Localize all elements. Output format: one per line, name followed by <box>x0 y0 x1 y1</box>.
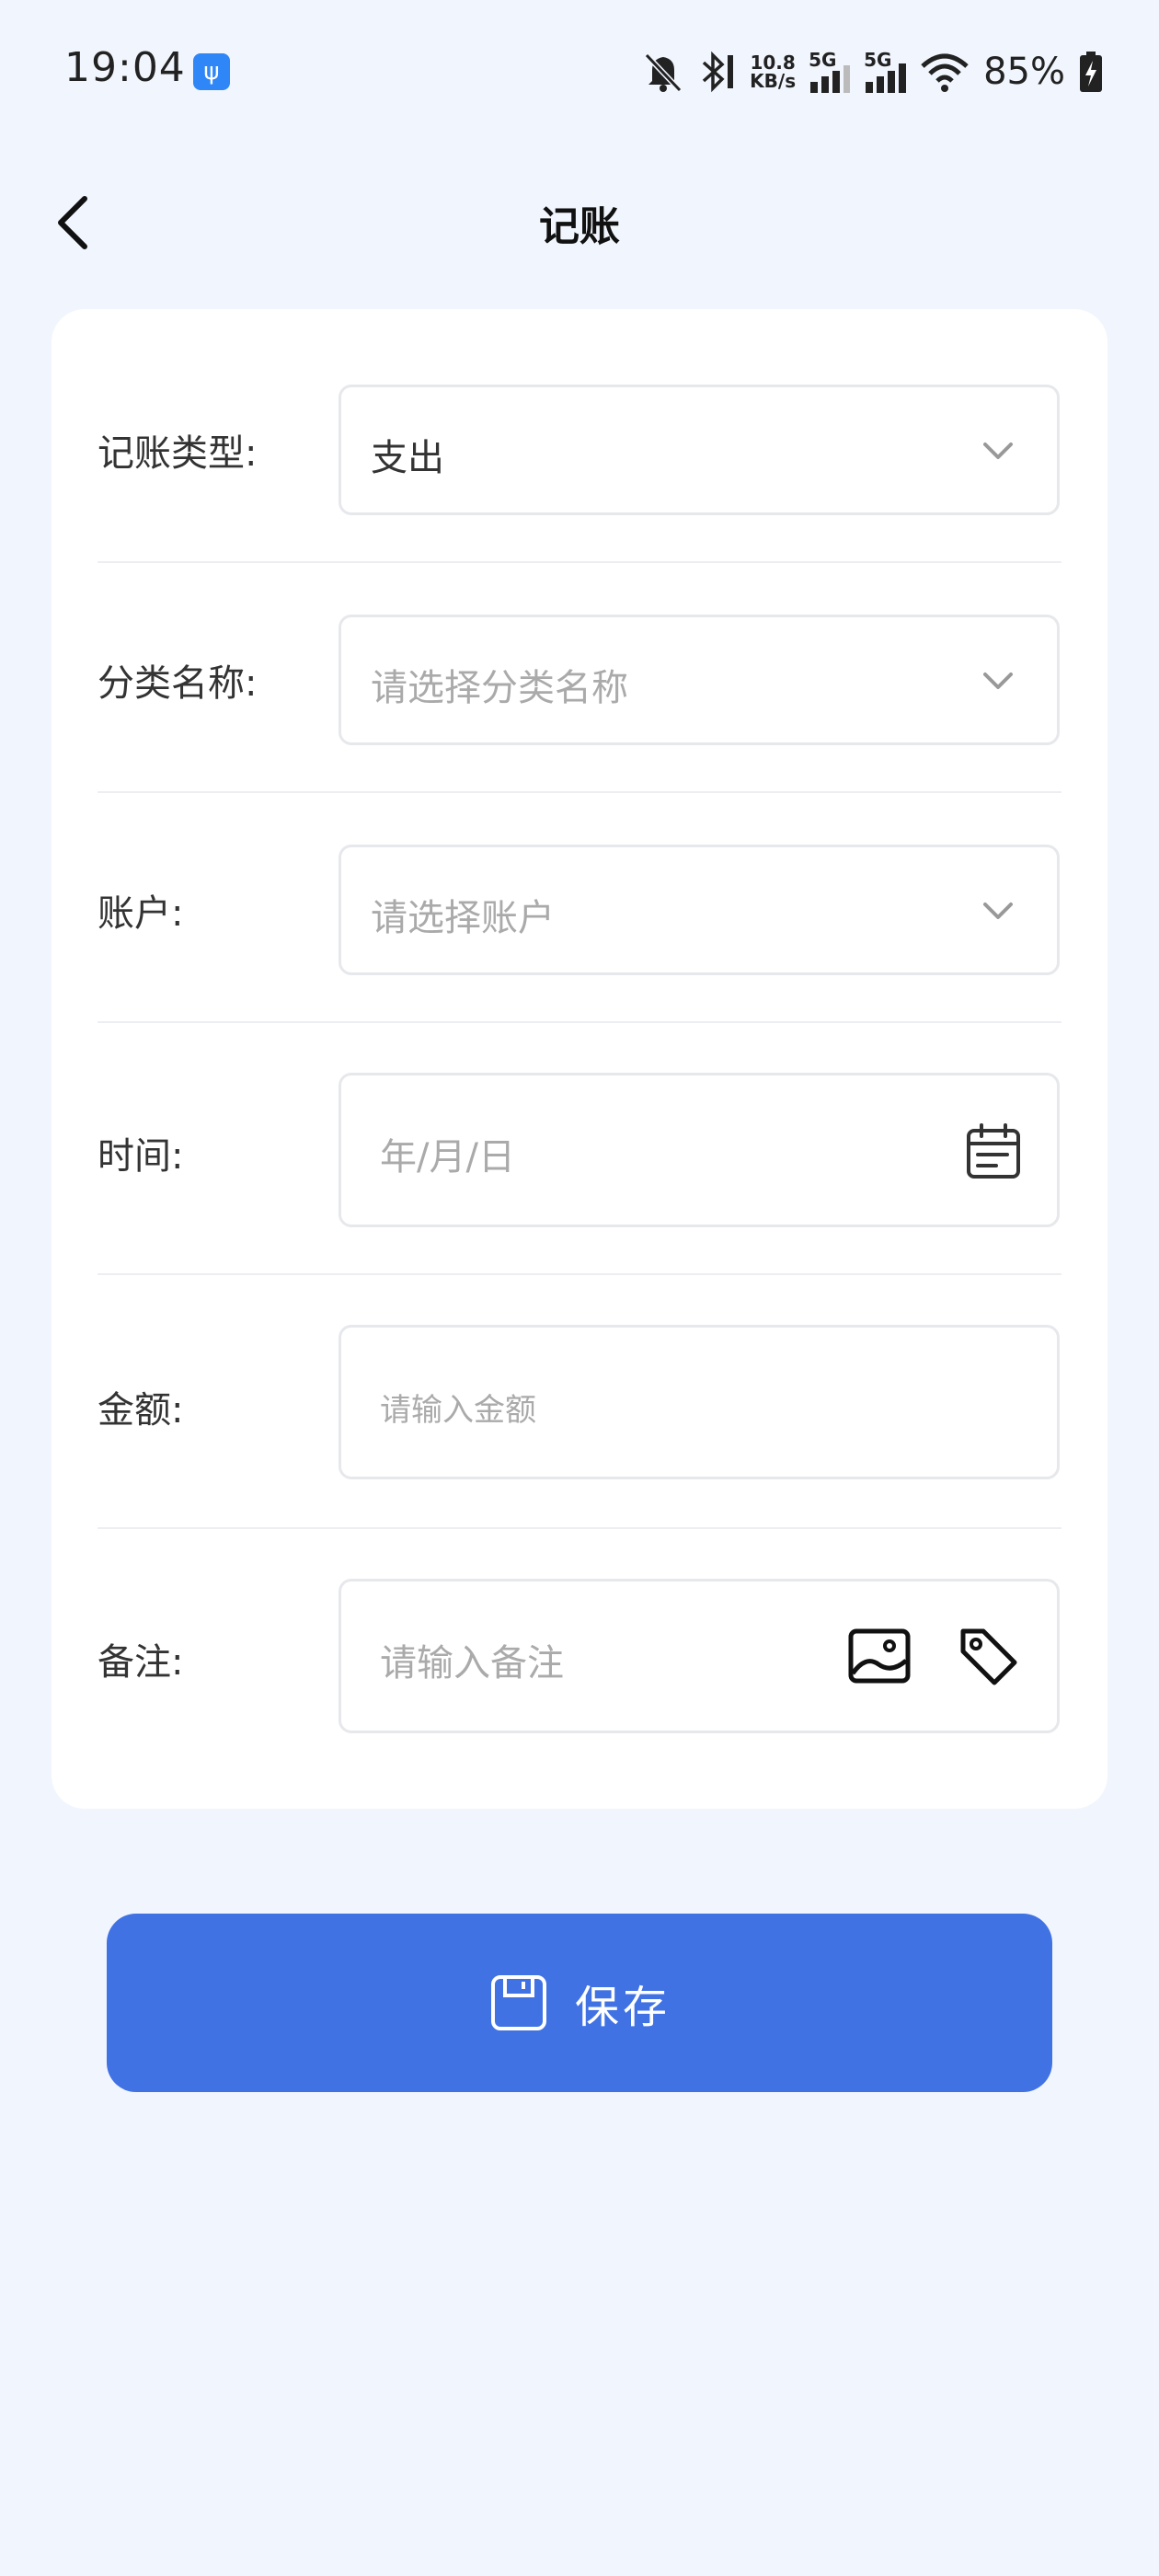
account-select-placeholder: 请选择账户 <box>371 897 555 939</box>
tag-icon[interactable] <box>956 1624 1020 1688</box>
note-input[interactable]: 请输入备注 <box>339 1579 1060 1733</box>
top-bar: 记账 <box>0 166 1159 276</box>
divider <box>98 561 1061 563</box>
status-icons: 10.8 KB/s 5G 5G 85% <box>643 44 1104 99</box>
usb-icon: ψ <box>193 53 230 90</box>
mute-bell-icon <box>644 52 683 93</box>
status-bar: 19:04 ψ 10.8 KB/s 5G 5G 85% <box>0 0 1159 147</box>
chevron-down-icon <box>983 903 1013 919</box>
save-button-label: 保存 <box>574 1982 671 2033</box>
type-select-value: 支出 <box>371 437 444 479</box>
image-icon[interactable] <box>847 1627 912 1685</box>
account-label: 账户: <box>98 892 184 935</box>
note-label: 备注: <box>98 1641 184 1684</box>
amount-input[interactable]: 请输入金额 <box>339 1325 1060 1479</box>
time-label: 时间: <box>98 1135 184 1178</box>
wifi-icon <box>921 53 969 92</box>
amount-label: 金额: <box>98 1389 184 1432</box>
divider <box>98 1021 1061 1023</box>
category-label: 分类名称: <box>98 662 258 705</box>
network-speed-value: 10.8 <box>750 52 796 74</box>
page-title: 记账 <box>539 203 620 250</box>
form-card: 记账类型: 支出 分类名称: 请选择分类名称 账户: 请选择账户 时间: 年/月… <box>52 309 1107 1809</box>
divider <box>98 791 1061 793</box>
type-select[interactable]: 支出 <box>339 385 1060 515</box>
chevron-down-icon <box>983 443 1013 459</box>
category-select[interactable]: 请选择分类名称 <box>339 615 1060 745</box>
type-label: 记账类型: <box>98 432 258 475</box>
divider <box>98 1527 1061 1529</box>
battery-charging-icon <box>1080 52 1102 92</box>
signal-sim2-icon: 5G <box>864 49 907 95</box>
divider <box>98 1273 1061 1275</box>
battery-percent: 85% <box>983 51 1065 93</box>
bluetooth-icon <box>702 51 734 93</box>
floppy-disk-icon <box>490 1975 546 2030</box>
account-select[interactable]: 请选择账户 <box>339 845 1060 975</box>
signal-sim1-icon: 5G <box>809 49 851 95</box>
amount-input-placeholder: 请输入金额 <box>380 1392 536 1429</box>
network-speed: 10.8 KB/s <box>750 53 796 90</box>
note-input-placeholder: 请输入备注 <box>380 1642 564 1685</box>
save-button[interactable]: 保存 <box>107 1914 1052 2092</box>
date-input-placeholder: 年/月/日 <box>380 1136 515 1179</box>
chevron-down-icon <box>983 673 1013 689</box>
category-select-placeholder: 请选择分类名称 <box>371 667 628 709</box>
status-time: 19:04 <box>64 44 186 91</box>
date-input[interactable]: 年/月/日 <box>339 1073 1060 1227</box>
network-speed-unit: KB/s <box>750 70 797 92</box>
calendar-icon[interactable] <box>963 1121 1024 1182</box>
